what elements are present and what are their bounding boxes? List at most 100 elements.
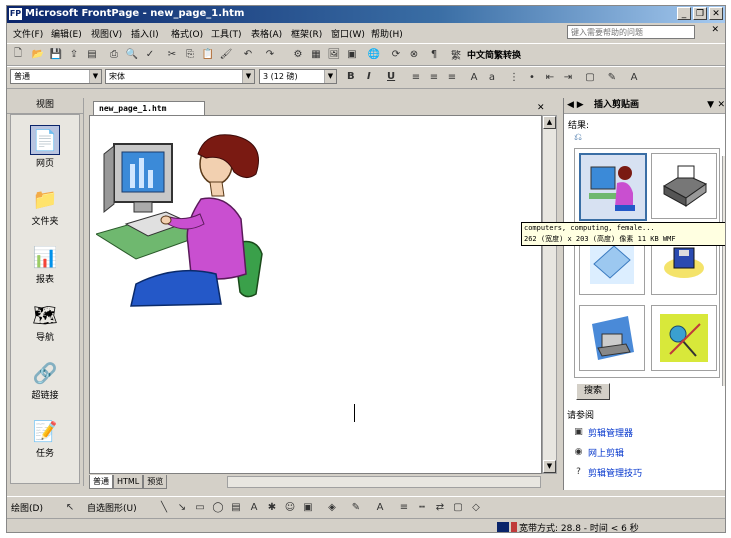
- line-style-icon[interactable]: ≡: [397, 500, 411, 514]
- clipart-icon[interactable]: ☺: [283, 500, 297, 514]
- align-right-icon[interactable]: ≡: [445, 70, 459, 84]
- results-back-icon[interactable]: ⎌: [574, 132, 582, 143]
- arrow-style-icon[interactable]: ⇄: [433, 500, 447, 514]
- clipart-thumb-computer-woman[interactable]: [579, 153, 647, 221]
- diagram-icon[interactable]: ✱: [265, 500, 279, 514]
- help-question-input[interactable]: 键入需要帮助的问题: [567, 25, 695, 39]
- oval-tool-icon[interactable]: ◯: [211, 500, 225, 514]
- italic-button[interactable]: I: [367, 71, 371, 82]
- close-button[interactable]: ✕: [709, 7, 723, 20]
- folder-list-icon[interactable]: ▤: [85, 47, 99, 61]
- open-icon[interactable]: 📂: [31, 47, 45, 61]
- align-center-icon[interactable]: ≡: [427, 70, 441, 84]
- hyperlink-icon[interactable]: 🌐: [367, 47, 381, 61]
- menu-view[interactable]: 视图(V): [91, 27, 122, 40]
- rectangle-tool-icon[interactable]: ▭: [193, 500, 207, 514]
- clipart-thumb-laptop[interactable]: [579, 305, 645, 371]
- menu-tools[interactable]: 工具(T): [211, 27, 242, 40]
- refresh-icon[interactable]: ⟳: [389, 47, 403, 61]
- close-icon[interactable]: ✕: [717, 98, 725, 113]
- view-item-hyperlinks[interactable]: 🔗 超链接: [11, 359, 79, 401]
- redo-icon[interactable]: ↷: [263, 47, 277, 61]
- numbering-icon[interactable]: ⋮: [507, 70, 521, 84]
- chevron-down-icon[interactable]: ▼: [707, 98, 714, 113]
- spelling-icon[interactable]: ✓: [143, 47, 157, 61]
- line-tool-icon[interactable]: ╲: [157, 500, 171, 514]
- line-color-icon[interactable]: ✎: [349, 500, 363, 514]
- close-document-button[interactable]: ✕: [711, 25, 719, 35]
- scroll-up-icon[interactable]: ▲: [543, 116, 556, 129]
- style-select[interactable]: 普通 ▼: [10, 69, 102, 84]
- picture-icon[interactable]: ▣: [301, 500, 315, 514]
- align-left-icon[interactable]: ≡: [409, 70, 423, 84]
- menu-help[interactable]: 帮助(H): [371, 27, 403, 40]
- view-item-reports[interactable]: 📊 报表: [11, 243, 79, 285]
- draw-font-color-icon[interactable]: A: [373, 500, 387, 514]
- document-tab[interactable]: new_page_1.htm: [93, 101, 205, 115]
- frontpage-app-icon[interactable]: FP: [9, 8, 22, 20]
- increase-indent-icon[interactable]: ⇥: [561, 70, 575, 84]
- paste-icon[interactable]: 📋: [201, 47, 215, 61]
- clipart-thumb-network[interactable]: [651, 305, 717, 371]
- insert-table-icon[interactable]: ▦: [309, 47, 323, 61]
- editor-vertical-scrollbar[interactable]: ▲ ▼: [542, 115, 557, 474]
- fill-color-icon[interactable]: ◈: [325, 500, 339, 514]
- border-icon[interactable]: ▢: [583, 70, 597, 84]
- view-item-tasks[interactable]: 📝 任务: [11, 417, 79, 459]
- arrow-tool-icon[interactable]: ↘: [175, 500, 189, 514]
- stop-icon[interactable]: ⊗: [407, 47, 421, 61]
- menu-edit[interactable]: 编辑(E): [51, 27, 82, 40]
- view-item-page[interactable]: 📄 网页: [11, 125, 79, 169]
- menu-format[interactable]: 格式(O): [171, 27, 203, 40]
- tab-html[interactable]: HTML: [113, 475, 144, 489]
- format-painter-icon[interactable]: 🖌: [219, 47, 233, 61]
- decrease-indent-icon[interactable]: ⇤: [543, 70, 557, 84]
- tab-preview[interactable]: 预览: [143, 475, 168, 489]
- insert-picture-icon[interactable]: 🖼: [327, 47, 341, 61]
- task-pane-nav-icon[interactable]: ◀ ▶: [567, 98, 584, 113]
- web-component-icon[interactable]: ⚙: [291, 47, 305, 61]
- undo-icon[interactable]: ↶: [241, 47, 255, 61]
- font-size-select[interactable]: 3 (12 磅) ▼: [259, 69, 337, 84]
- close-tab-icon[interactable]: ✕: [537, 103, 545, 113]
- scroll-down-icon[interactable]: ▼: [543, 460, 556, 473]
- draw-menu-button[interactable]: 绘图(D): [11, 501, 43, 514]
- font-select[interactable]: 宋体 ▼: [105, 69, 255, 84]
- show-all-icon[interactable]: ¶: [427, 47, 441, 61]
- restore-button[interactable]: ❐: [693, 7, 707, 20]
- cut-icon[interactable]: ✂: [165, 47, 179, 61]
- 3d-icon[interactable]: ◇: [469, 500, 483, 514]
- menu-table[interactable]: 表格(A): [251, 27, 282, 40]
- bullets-icon[interactable]: •: [525, 70, 539, 84]
- link-online-clips[interactable]: ◉ 网上剪辑: [573, 446, 624, 459]
- link-clip-organizer[interactable]: ▣ 剪辑管理器: [573, 426, 633, 439]
- copy-icon[interactable]: ⎘: [183, 47, 197, 61]
- editor-horizontal-scrollbar[interactable]: [227, 476, 541, 488]
- shadow-icon[interactable]: ▢: [451, 500, 465, 514]
- wordart-icon[interactable]: A: [247, 500, 261, 514]
- view-item-navigation[interactable]: 🗺 导航: [11, 301, 79, 343]
- language-convert-icon[interactable]: 繁: [449, 47, 463, 62]
- new-page-icon[interactable]: 🗋: [11, 47, 25, 61]
- clipart-thumb-printer[interactable]: [651, 153, 717, 219]
- highlight-color-icon[interactable]: ✎: [605, 70, 619, 84]
- link-clip-tips[interactable]: ? 剪辑管理技巧: [573, 466, 642, 479]
- clipart-woman-at-computer[interactable]: [96, 124, 276, 314]
- decrease-font-icon[interactable]: a: [485, 70, 499, 84]
- preview-icon[interactable]: 🔍: [125, 47, 139, 61]
- chinese-conversion-button[interactable]: 中文简繁转换: [467, 48, 521, 61]
- drawing-icon[interactable]: ▣: [345, 47, 359, 61]
- task-pane-scrollbar[interactable]: [722, 156, 725, 386]
- menu-frames[interactable]: 框架(R): [291, 27, 322, 40]
- print-icon[interactable]: ⎙: [107, 47, 121, 61]
- menu-insert[interactable]: 插入(I): [131, 27, 159, 40]
- page-editor[interactable]: [89, 115, 542, 474]
- underline-button[interactable]: U: [387, 71, 395, 82]
- font-color-icon[interactable]: A: [627, 70, 641, 84]
- bold-button[interactable]: B: [347, 71, 355, 82]
- view-item-folders[interactable]: 📁 文件夹: [11, 185, 79, 227]
- search-button[interactable]: 搜索: [576, 383, 610, 400]
- autoshapes-button[interactable]: 自选图形(U): [87, 501, 137, 514]
- increase-font-icon[interactable]: A: [467, 70, 481, 84]
- textbox-tool-icon[interactable]: ▤: [229, 500, 243, 514]
